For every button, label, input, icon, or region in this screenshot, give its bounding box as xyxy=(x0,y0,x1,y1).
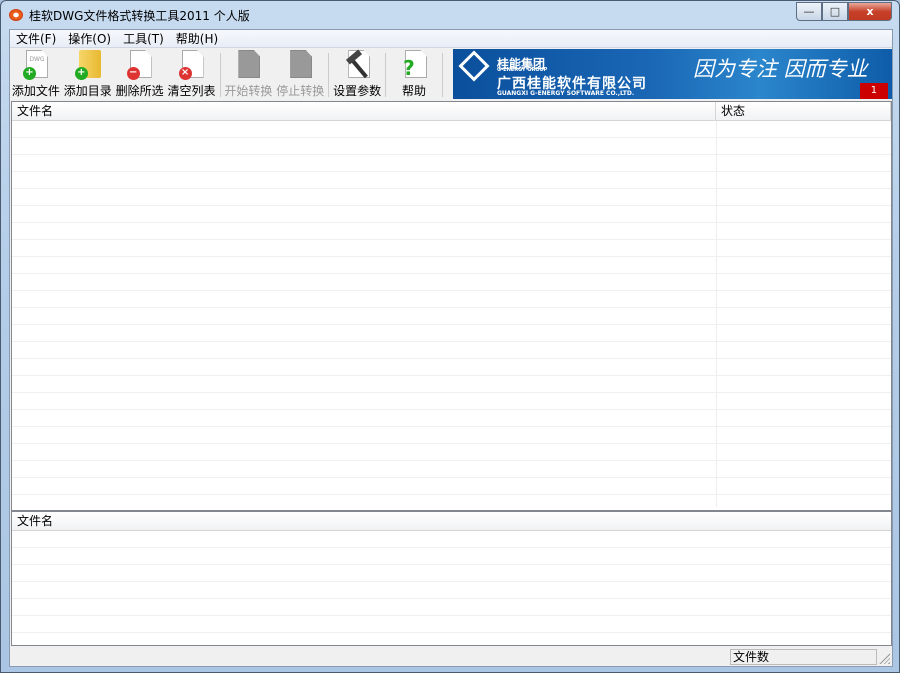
title-bar: 桂软DWG文件格式转换工具2011 个人版 xyxy=(9,6,250,24)
maximize-button[interactable]: □ xyxy=(822,2,848,21)
stop-convert-label: 停止转换 xyxy=(276,84,325,98)
delete-icon: − xyxy=(126,50,153,80)
output-list-header: 文件名 xyxy=(12,512,891,531)
help-label: 帮助 xyxy=(402,84,427,98)
add-directory-label: 添加目录 xyxy=(63,84,112,98)
banner-company-en: GUANGXI G-ENERGY SOFTWARE CO.,LTD. xyxy=(497,90,635,97)
start-convert-label: 开始转换 xyxy=(224,84,273,98)
add-file-button[interactable]: DWG + 添加文件 xyxy=(10,49,62,101)
start-convert-button[interactable]: 开始转换 xyxy=(223,49,275,101)
app-window: 桂软DWG文件格式转换工具2011 个人版 — □ x 文件(F) 操作(O) … xyxy=(0,0,900,673)
file-count: 文件数 xyxy=(730,649,877,665)
clear-list-label: 清空列表 xyxy=(167,84,216,98)
file-list[interactable]: 文件名 状态 xyxy=(11,101,892,511)
column-filename[interactable]: 文件名 xyxy=(12,102,716,120)
toolbar-separator xyxy=(328,53,330,97)
company-banner: 桂能集团 G-ENERGY GROUP 广西桂能软件有限公司 GUANGXI G… xyxy=(453,49,892,99)
menu-tools[interactable]: 工具(T) xyxy=(117,30,170,47)
app-icon xyxy=(9,9,23,21)
window-title: 桂软DWG文件格式转换工具2011 个人版 xyxy=(29,8,250,23)
status-bar: 文件数 xyxy=(10,648,892,666)
settings-label: 设置参数 xyxy=(333,84,382,98)
hammer-icon xyxy=(344,49,371,80)
client-area: 文件(F) 操作(O) 工具(T) 帮助(H) DWG + 添加文件 + 添加目录… xyxy=(9,29,893,667)
toolbar-separator xyxy=(219,53,221,97)
column-status[interactable]: 状态 xyxy=(716,102,891,120)
menu-file[interactable]: 文件(F) xyxy=(10,30,62,47)
stop-icon xyxy=(287,50,313,80)
menu-bar: 文件(F) 操作(O) 工具(T) 帮助(H) xyxy=(10,30,892,48)
add-directory-button[interactable]: + 添加目录 xyxy=(62,49,114,101)
toolbar-separator xyxy=(385,53,387,97)
banner-badge: 1 xyxy=(859,83,888,99)
start-icon xyxy=(235,50,261,80)
stop-convert-button[interactable]: 停止转换 xyxy=(274,49,326,101)
close-button[interactable]: x xyxy=(848,2,892,21)
column-filename[interactable]: 文件名 xyxy=(12,512,891,530)
company-logo-icon xyxy=(458,50,490,82)
delete-selected-button[interactable]: − 删除所选 xyxy=(114,49,166,101)
add-folder-icon: + xyxy=(74,50,101,80)
banner-slogan: 因为专注 因而专业 xyxy=(693,57,868,81)
output-list-body xyxy=(12,531,891,643)
menu-help[interactable]: 帮助(H) xyxy=(170,30,224,47)
clear-list-button[interactable]: × 清空列表 xyxy=(166,49,218,101)
settings-button[interactable]: 设置参数 xyxy=(331,49,383,101)
file-list-header: 文件名 状态 xyxy=(12,102,891,121)
menu-operation[interactable]: 操作(O) xyxy=(62,30,117,47)
output-list[interactable]: 文件名 xyxy=(11,511,892,646)
toolbar-separator xyxy=(442,53,443,97)
file-list-body xyxy=(12,121,891,507)
clear-icon: × xyxy=(178,50,205,80)
add-file-icon: DWG + xyxy=(22,50,49,80)
help-button[interactable]: ? 帮助 xyxy=(388,49,440,101)
toolbar: DWG + 添加文件 + 添加目录 − 删除所选 × 清空列表 开始转换 停止转换… xyxy=(10,49,892,101)
add-file-label: 添加文件 xyxy=(11,84,60,98)
help-icon: ? xyxy=(401,50,428,80)
delete-selected-label: 删除所选 xyxy=(115,84,164,98)
minimize-button[interactable]: — xyxy=(796,2,822,21)
resize-grip[interactable] xyxy=(879,653,890,664)
